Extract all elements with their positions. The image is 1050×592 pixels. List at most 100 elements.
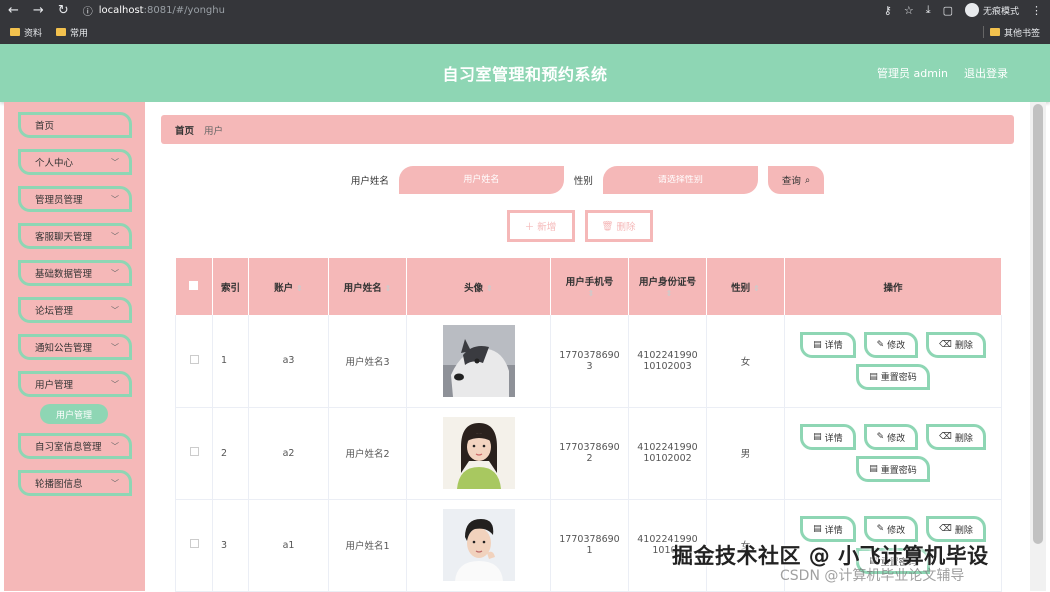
row-select-cell[interactable]	[175, 499, 213, 592]
search-icon: ⌕	[804, 174, 811, 186]
sidebar-item[interactable]: 自习室信息管理 ﹀	[18, 433, 132, 459]
query-button[interactable]: 查询 ⌕	[767, 166, 825, 194]
delete-button[interactable]: ⌫ 删除	[926, 424, 986, 450]
back-icon[interactable]: ←	[8, 3, 19, 18]
address-bar[interactable]: ⓘ localhost:8081/#/yonghu	[83, 3, 225, 18]
folder-icon	[989, 28, 1000, 36]
delete-label: 删除	[616, 222, 636, 233]
logout-link[interactable]: 退出登录	[964, 65, 1008, 81]
batch-delete-button[interactable]: 🗑 删除	[584, 210, 653, 242]
header-phone[interactable]: 用户手机号 ⇕	[550, 258, 629, 315]
scrollbar-thumb[interactable]	[1033, 104, 1043, 544]
sidebar-subitem-active[interactable]: 用户管理	[40, 404, 108, 424]
gender-search-label: 性别	[573, 176, 593, 187]
edit-button[interactable]: ✎ 修改	[863, 516, 919, 542]
star-icon[interactable]: ☆	[904, 4, 914, 17]
header-ops: 操作	[784, 258, 1002, 315]
chevron-down-icon: ﹀	[111, 231, 119, 241]
cell-index: 1	[212, 315, 249, 408]
reset-password-button[interactable]: ▤ 重置密码	[856, 363, 930, 390]
delete-button[interactable]: ⌫ 删除	[926, 331, 986, 358]
row-checkbox[interactable]	[189, 539, 199, 548]
key-icon[interactable]: ⚷	[884, 4, 892, 17]
row-actions: ▤ 详情 ✎ 修改 ⌫ 删除 ▤ 重置密码	[785, 331, 1001, 390]
sidebar-item[interactable]: 用户管理 ﹀	[18, 371, 132, 397]
sidebar-item[interactable]: 通知公告管理 ﹀	[18, 334, 132, 360]
name-search-input[interactable]	[398, 166, 564, 194]
detail-label: 详情	[824, 525, 843, 536]
row-checkbox[interactable]	[189, 447, 199, 456]
user-area: 管理员 admin 退出登录	[877, 44, 1008, 102]
detail-button[interactable]: ▤ 详情	[800, 516, 856, 542]
phone-part: 2	[586, 453, 593, 464]
query-label: 查询	[781, 176, 801, 187]
edit-button[interactable]: ✎ 修改	[863, 331, 919, 358]
sort-icon[interactable]: ⇕	[588, 289, 595, 298]
table-row[interactable]: 2 a2 用户姓名2 1770378690 2 4102241990 10102002 男 ▤ 详…	[175, 407, 1002, 500]
reset-password-button[interactable]: ▤ 重置密码	[856, 456, 930, 482]
sort-icon[interactable]: ⇕	[666, 289, 673, 298]
trash-icon: ⌫	[939, 524, 952, 534]
detail-button[interactable]: ▤ 详情	[800, 424, 856, 450]
bookmark-folder-1[interactable]: 常用	[56, 26, 88, 39]
header-gender-label: 性别	[731, 282, 751, 294]
app-title: 自习室管理和预约系统	[442, 65, 608, 84]
sidebar-item[interactable]: 基础数据管理 ﹀	[18, 260, 132, 286]
select-all-header[interactable]	[175, 258, 213, 315]
sidebar-item-label: 个人中心	[35, 158, 74, 169]
header-gender[interactable]: 性别 ⇕	[706, 258, 785, 315]
incognito-indicator[interactable]: 无痕模式	[964, 3, 1019, 17]
gender-select[interactable]: 请选择性别	[602, 166, 758, 194]
sort-icon[interactable]: ⇕	[385, 284, 392, 293]
header-idcard[interactable]: 用户身份证号 ⇕	[628, 258, 707, 315]
reload-icon[interactable]: ↻	[58, 3, 69, 18]
download-icon[interactable]: ⤓	[926, 3, 931, 17]
delete-button[interactable]: ⌫ 删除	[926, 516, 986, 542]
header-avatar[interactable]: 头像 ⇕	[406, 258, 551, 315]
other-bookmarks[interactable]: 其他书签	[989, 26, 1040, 39]
row-select-cell[interactable]	[175, 407, 213, 500]
forward-icon[interactable]: →	[33, 3, 44, 18]
sidebar-item-label: 用户管理	[35, 380, 74, 391]
cell-phone: 1770378690 2	[550, 407, 629, 500]
window-icon[interactable]: ▢	[943, 4, 953, 17]
sidebar-item[interactable]: 首页	[18, 112, 132, 138]
breadcrumb-current: 用户	[204, 125, 224, 137]
sort-icon[interactable]: ⇕	[296, 284, 303, 293]
sidebar-item-label: 轮播图信息	[35, 479, 83, 490]
breadcrumb-home[interactable]: 首页	[175, 123, 194, 137]
menu-icon[interactable]: ⋮	[1031, 4, 1042, 17]
row-checkbox[interactable]	[189, 354, 199, 364]
chevron-down-icon: ﹀	[111, 478, 119, 488]
sidebar-item[interactable]: 个人中心 ﹀	[18, 149, 132, 175]
page-scrollbar[interactable]	[1030, 102, 1046, 591]
table-row[interactable]: 1 a3 用户姓名3 1770378690 3 4102241990 10102003 女 ▤ 详…	[175, 315, 1002, 408]
cell-name: 用户姓名2	[328, 407, 407, 500]
incognito-icon	[964, 3, 979, 17]
sidebar-item[interactable]: 客服聊天管理 ﹀	[18, 223, 132, 249]
sidebar-item[interactable]: 论坛管理 ﹀	[18, 297, 132, 323]
sidebar-item[interactable]: 轮播图信息 ﹀	[18, 470, 132, 496]
bookmark-label: 常用	[70, 28, 89, 39]
edit-label: 修改	[887, 341, 906, 352]
detail-label: 详情	[824, 341, 843, 352]
plus-icon: ＋	[524, 222, 535, 233]
current-user: 管理员 admin	[877, 67, 948, 80]
edit-button[interactable]: ✎ 修改	[863, 424, 919, 450]
phone-part: 1770378690	[559, 534, 620, 545]
header-account[interactable]: 账户 ⇕	[248, 258, 329, 315]
row-select-cell[interactable]	[175, 315, 213, 408]
detail-button[interactable]: ▤ 详情	[800, 331, 856, 358]
add-button[interactable]: ＋新增	[506, 210, 575, 242]
sidebar-item-label: 基础数据管理	[35, 269, 93, 280]
name-search-label: 用户姓名	[350, 176, 389, 187]
bookmark-folder-0[interactable]: 资料	[10, 26, 42, 39]
sort-icon[interactable]: ⇕	[486, 284, 493, 293]
select-all-checkbox[interactable]	[189, 280, 199, 290]
sort-icon[interactable]: ⇕	[753, 284, 760, 293]
header-name[interactable]: 用户姓名 ⇕	[328, 258, 407, 315]
header-phone-label: 用户手机号	[565, 277, 614, 288]
chevron-down-icon: ﹀	[111, 379, 119, 389]
sidebar-item[interactable]: 管理员管理 ﹀	[18, 186, 132, 212]
cell-gender: 女	[706, 315, 785, 408]
